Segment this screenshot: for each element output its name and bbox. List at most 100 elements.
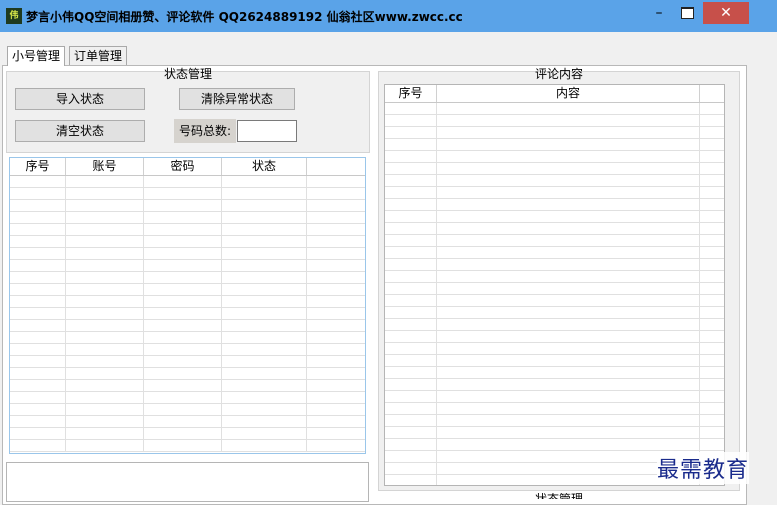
table-row[interactable]: [385, 235, 724, 247]
close-button[interactable]: ✕: [703, 2, 749, 24]
column-header-comment-content[interactable]: 内容: [437, 85, 700, 102]
tab-account-management[interactable]: 小号管理: [7, 46, 66, 66]
table-cell: [437, 259, 700, 270]
accounts-table[interactable]: 序号 账号 密码 状态: [9, 157, 366, 454]
table-row[interactable]: [10, 188, 365, 200]
table-row[interactable]: [10, 440, 365, 452]
table-row[interactable]: [385, 199, 724, 211]
table-row[interactable]: [385, 139, 724, 151]
table-cell: [222, 296, 307, 307]
total-count-label: 号码总数:: [174, 119, 236, 143]
table-row[interactable]: [385, 355, 724, 367]
table-row[interactable]: [385, 187, 724, 199]
table-row[interactable]: [385, 271, 724, 283]
table-row[interactable]: [10, 236, 365, 248]
table-cell: [385, 151, 437, 162]
table-cell: [385, 331, 437, 342]
table-cell: [307, 296, 365, 307]
table-row[interactable]: [385, 163, 724, 175]
table-row[interactable]: [10, 392, 365, 404]
tab-order-management[interactable]: 订单管理: [69, 46, 128, 65]
column-header-index[interactable]: 序号: [10, 158, 66, 175]
minimize-button[interactable]: –: [646, 2, 672, 24]
table-row[interactable]: [10, 260, 365, 272]
table-row[interactable]: [10, 284, 365, 296]
table-row[interactable]: [385, 175, 724, 187]
table-cell: [437, 391, 700, 402]
maximize-button[interactable]: [674, 2, 700, 24]
table-row[interactable]: [385, 247, 724, 259]
table-cell: [222, 392, 307, 403]
table-row[interactable]: [10, 344, 365, 356]
table-row[interactable]: [10, 428, 365, 440]
table-cell: [66, 428, 144, 439]
clear-status-button[interactable]: 清空状态: [15, 120, 145, 142]
table-row[interactable]: [10, 212, 365, 224]
column-header-password[interactable]: 密码: [144, 158, 222, 175]
import-status-button[interactable]: 导入状态: [15, 88, 145, 110]
table-row[interactable]: [385, 307, 724, 319]
table-row[interactable]: [10, 320, 365, 332]
table-cell: [144, 380, 222, 391]
table-row[interactable]: [385, 283, 724, 295]
table-cell: [307, 428, 365, 439]
column-header-status[interactable]: 状态: [222, 158, 307, 175]
table-cell: [385, 463, 437, 474]
table-row[interactable]: [10, 416, 365, 428]
table-cell: [144, 188, 222, 199]
table-row[interactable]: [10, 200, 365, 212]
table-row[interactable]: [10, 248, 365, 260]
table-row[interactable]: [385, 151, 724, 163]
column-header-comment-index[interactable]: 序号: [385, 85, 437, 102]
table-cell: [66, 344, 144, 355]
table-row[interactable]: [10, 380, 365, 392]
table-cell: [307, 320, 365, 331]
table-cell: [700, 391, 724, 402]
table-row[interactable]: [10, 296, 365, 308]
table-row[interactable]: [385, 343, 724, 355]
table-cell: [700, 127, 724, 138]
clear-abnormal-status-button[interactable]: 清除异常状态: [179, 88, 295, 110]
table-cell: [307, 440, 365, 451]
table-cell: [700, 247, 724, 258]
table-row[interactable]: [385, 331, 724, 343]
table-cell: [10, 332, 66, 343]
table-row[interactable]: [385, 379, 724, 391]
table-row[interactable]: [10, 308, 365, 320]
table-cell: [144, 212, 222, 223]
comment-table[interactable]: 序号 内容: [384, 84, 725, 486]
table-row[interactable]: [10, 356, 365, 368]
total-count-field[interactable]: [237, 120, 297, 142]
table-row[interactable]: [385, 367, 724, 379]
table-cell: [437, 127, 700, 138]
table-row[interactable]: [385, 259, 724, 271]
table-row[interactable]: [385, 427, 724, 439]
table-row[interactable]: [10, 224, 365, 236]
table-row[interactable]: [10, 272, 365, 284]
table-row[interactable]: [10, 368, 365, 380]
table-cell: [66, 272, 144, 283]
table-row[interactable]: [385, 211, 724, 223]
table-cell: [385, 127, 437, 138]
table-row[interactable]: [385, 127, 724, 139]
table-row[interactable]: [385, 223, 724, 235]
table-row[interactable]: [10, 332, 365, 344]
table-row[interactable]: [385, 295, 724, 307]
table-row[interactable]: [385, 103, 724, 115]
table-row[interactable]: [10, 176, 365, 188]
table-row[interactable]: [385, 415, 724, 427]
table-cell: [10, 308, 66, 319]
table-cell: [437, 211, 700, 222]
table-row[interactable]: [385, 115, 724, 127]
watermark-text: 最需教育: [657, 452, 750, 484]
table-row[interactable]: [385, 319, 724, 331]
table-row[interactable]: [385, 403, 724, 415]
table-cell: [307, 380, 365, 391]
table-row[interactable]: [385, 439, 724, 451]
table-row[interactable]: [385, 391, 724, 403]
table-cell: [10, 440, 66, 451]
column-header-account[interactable]: 账号: [66, 158, 144, 175]
table-cell: [700, 439, 724, 450]
log-textbox[interactable]: [6, 462, 369, 502]
table-row[interactable]: [10, 404, 365, 416]
